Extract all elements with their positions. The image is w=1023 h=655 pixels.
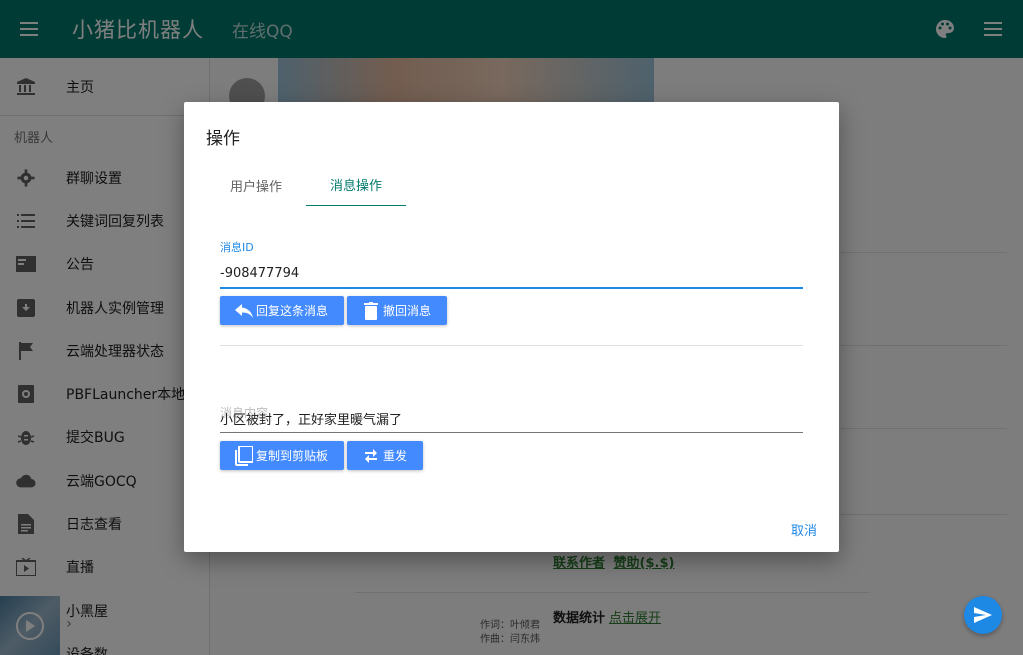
message-id-input[interactable] — [220, 260, 803, 289]
operation-dialog: 操作 用户操作 消息操作 消息ID 回复这条消息 撤回消息 消息内容 复制到剪贴… — [184, 102, 839, 552]
copy-icon — [234, 445, 254, 466]
message-actions: 回复这条消息 撤回消息 — [220, 296, 448, 325]
dialog-divider — [220, 345, 803, 346]
copy-button-label: 复制到剪贴板 — [256, 449, 329, 463]
copy-to-clipboard-button[interactable]: 复制到剪贴板 — [220, 441, 345, 470]
message-content-input[interactable] — [220, 405, 803, 433]
message-id-label: 消息ID — [220, 241, 254, 254]
send-icon — [974, 607, 992, 623]
swap-icon — [361, 446, 381, 466]
resend-button[interactable]: 重发 — [347, 441, 424, 470]
resend-button-label: 重发 — [383, 449, 408, 463]
content-actions: 复制到剪贴板 重发 — [220, 441, 424, 470]
reply-message-button[interactable]: 回复这条消息 — [220, 296, 345, 325]
reply-button-label: 回复这条消息 — [256, 304, 329, 318]
tab-message-operations[interactable]: 消息操作 — [306, 164, 406, 206]
trash-icon — [361, 301, 381, 321]
recall-message-button[interactable]: 撤回消息 — [347, 296, 448, 325]
dialog-tabs: 用户操作 消息操作 — [206, 164, 406, 206]
send-fab[interactable] — [964, 596, 1002, 634]
dialog-title: 操作 — [206, 129, 240, 149]
tab-user-operations[interactable]: 用户操作 — [206, 164, 306, 206]
cancel-button[interactable]: 取消 — [791, 520, 817, 539]
recall-button-label: 撤回消息 — [383, 304, 432, 318]
reply-icon — [234, 301, 254, 321]
